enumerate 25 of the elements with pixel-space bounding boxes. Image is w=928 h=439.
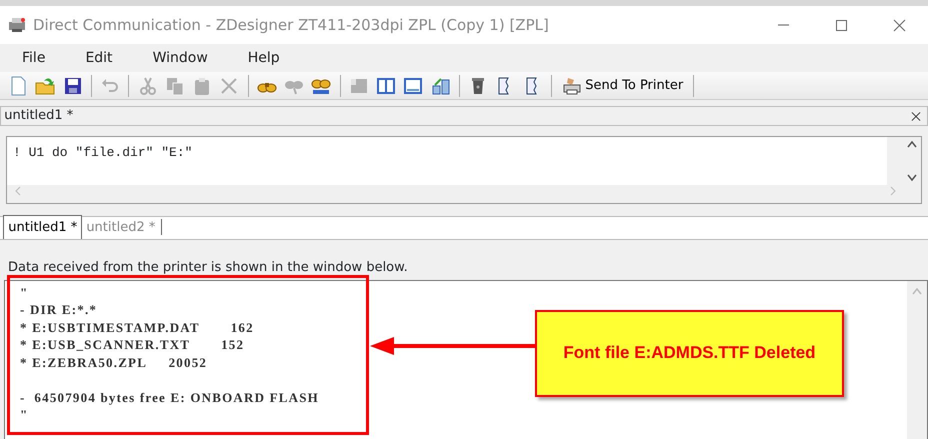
menu-item[interactable]: Window: [152, 46, 208, 70]
menu-item[interactable]: File: [22, 46, 46, 70]
printer-icon: [562, 76, 582, 96]
printer-app-icon: [6, 15, 26, 35]
send-to-printer-button[interactable]: Send To Printer: [558, 74, 688, 98]
chevron-left-icon: [14, 185, 22, 197]
command-editor[interactable]: ! U1 do "file.dir" "E:": [7, 137, 887, 185]
chevron-up-icon: [906, 140, 918, 148]
document-title: untitled1 *: [3, 107, 74, 126]
document-tab[interactable]: untitled1 *: [3, 214, 82, 239]
close-icon: [911, 110, 921, 122]
output-caption: Data received from the printer is shown in the window below.: [8, 259, 409, 277]
document-tab[interactable]: untitled2 *: [82, 216, 160, 239]
minimize-icon: [776, 24, 790, 26]
maximize-icon: [834, 18, 848, 32]
callout-note: Font file E:ADMDS.TTF Deleted: [535, 310, 844, 396]
window-title: Direct Communication - ZDesigner ZT411-203dpi ZPL (Copy 1) [ZPL]: [33, 14, 550, 36]
chevron-right-icon: [888, 185, 896, 197]
menu-item[interactable]: Edit: [85, 46, 113, 70]
chevron-up-icon: [911, 287, 923, 295]
menu-item[interactable]: Help: [248, 46, 280, 70]
vertical-scrollbar[interactable]: [907, 280, 927, 438]
chevron-down-icon: [906, 174, 918, 182]
close-icon: [892, 18, 906, 32]
printer-response-text: " - DIR E:*.* * E:USBTIMESTAMP.DAT 162 * E:USB_SCANNER.TXT 152 * E:ZEBRA50.ZPL 20052 - 64507904 bytes free E: ONBOARD FLASH ": [19, 284, 320, 424]
